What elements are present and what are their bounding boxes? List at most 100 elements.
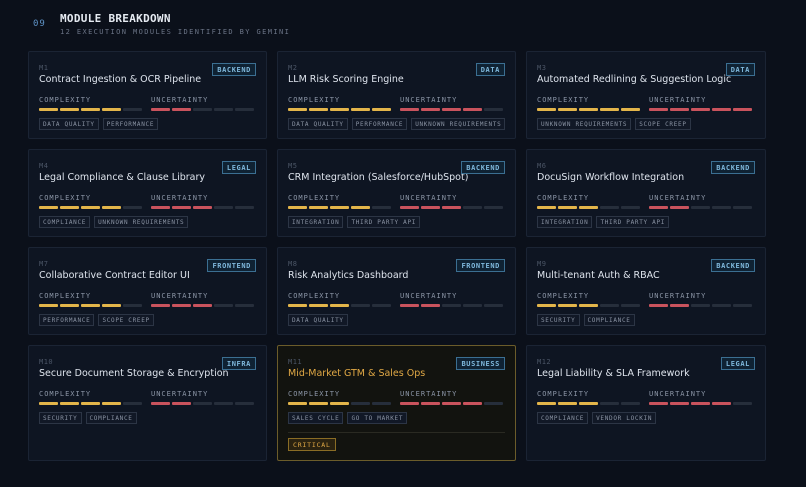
module-title: Contract Ingestion & OCR Pipeline — [39, 74, 202, 85]
uncertainty-segment — [193, 304, 212, 307]
complexity-segment — [579, 108, 598, 111]
module-title: LLM Risk Scoring Engine — [288, 74, 404, 85]
category-badge: FRONTEND — [207, 259, 256, 272]
module-card[interactable]: M10 Secure Document Storage & Encryption I… — [28, 345, 267, 461]
module-id: M2 — [288, 64, 298, 72]
uncertainty-segment — [484, 108, 503, 111]
uncertainty-segment — [463, 108, 482, 111]
complexity-segment — [372, 206, 391, 209]
uncertainty-label: UNCERTAINTY — [151, 292, 209, 300]
complexity-bar — [39, 108, 146, 111]
complexity-segment — [558, 304, 577, 307]
uncertainty-segment — [235, 108, 254, 111]
uncertainty-segment — [193, 108, 212, 111]
risk-tag: PERFORMANCE — [102, 118, 159, 130]
module-title: DocuSign Workflow Integration — [537, 172, 685, 183]
complexity-segment — [600, 304, 619, 307]
risk-tag: COMPLIANCE — [85, 412, 137, 424]
section-subtitle: 12 EXECUTION MODULES IDENTIFIED BY GEMIN… — [60, 28, 291, 36]
uncertainty-label: UNCERTAINTY — [649, 390, 707, 398]
module-card[interactable]: M7 Collaborative Contract Editor UI FRONTE… — [28, 247, 267, 335]
uncertainty-segment — [421, 108, 440, 111]
tag-list: DATA QUALITY PERFORMANCE — [39, 118, 159, 130]
card-divider — [288, 432, 505, 433]
module-card[interactable]: M5 CRM Integration (Salesforce/HubSpot) BA… — [277, 149, 516, 237]
module-card[interactable]: M9 Multi-tenant Auth & RBAC BACKEND COMPLEX… — [526, 247, 766, 335]
complexity-segment — [123, 304, 142, 307]
risk-tag: UNKNOWN REQUIREMENTS — [411, 118, 506, 130]
complexity-segment — [81, 206, 100, 209]
risk-tag: SCOPE CREEP — [635, 118, 691, 130]
uncertainty-segment — [400, 402, 419, 405]
uncertainty-segment — [151, 206, 170, 209]
complexity-segment — [288, 108, 307, 111]
module-card[interactable]: M6 DocuSign Workflow Integration BACKEND CO… — [526, 149, 766, 237]
complexity-segment — [372, 402, 391, 405]
complexity-bar — [537, 108, 644, 111]
complexity-label: COMPLEXITY — [288, 390, 341, 398]
complexity-segment — [123, 402, 142, 405]
category-badge: LEGAL — [720, 357, 755, 370]
complexity-bar — [288, 304, 395, 307]
uncertainty-label: UNCERTAINTY — [400, 194, 458, 202]
uncertainty-segment — [733, 206, 752, 209]
critical-badge: CRITICAL — [288, 438, 336, 451]
module-card[interactable]: M8 Risk Analytics Dashboard FRONTEND COMPLE… — [277, 247, 516, 335]
uncertainty-segment — [442, 304, 461, 307]
complexity-segment — [60, 206, 79, 209]
risk-tag: DATA QUALITY — [39, 118, 99, 130]
uncertainty-segment — [649, 206, 668, 209]
module-title: Automated Redlining & Suggestion Logic — [537, 74, 732, 85]
module-card[interactable]: M4 Legal Compliance & Clause Library LEGAL… — [28, 149, 267, 237]
uncertainty-meter: UNCERTAINTY — [400, 292, 507, 307]
uncertainty-segment — [193, 206, 212, 209]
complexity-segment — [39, 108, 58, 111]
complexity-segment — [81, 108, 100, 111]
uncertainty-bar — [400, 206, 507, 209]
complexity-segment — [621, 206, 640, 209]
uncertainty-label: UNCERTAINTY — [649, 96, 707, 104]
complexity-segment — [579, 402, 598, 405]
uncertainty-segment — [484, 402, 503, 405]
uncertainty-segment — [733, 402, 752, 405]
category-badge: FRONTEND — [456, 259, 505, 272]
module-title: Collaborative Contract Editor UI — [39, 270, 190, 281]
uncertainty-meter: UNCERTAINTY — [151, 292, 258, 307]
complexity-segment — [102, 304, 121, 307]
risk-tag: THIRD PARTY API — [347, 216, 421, 228]
uncertainty-segment — [733, 108, 752, 111]
module-card[interactable]: M3 Automated Redlining & Suggestion Logic… — [526, 51, 766, 139]
module-card[interactable]: M12 Legal Liability & SLA Framework LEGAL C… — [526, 345, 766, 461]
uncertainty-bar — [649, 206, 756, 209]
complexity-segment — [600, 206, 619, 209]
complexity-segment — [102, 206, 121, 209]
complexity-bar — [537, 206, 644, 209]
uncertainty-meter: UNCERTAINTY — [151, 96, 258, 111]
uncertainty-meter: UNCERTAINTY — [649, 292, 756, 307]
complexity-meter: COMPLEXITY — [537, 292, 644, 307]
complexity-label: COMPLEXITY — [288, 194, 341, 202]
uncertainty-segment — [691, 108, 710, 111]
risk-tag: COMPLIANCE — [537, 412, 589, 424]
uncertainty-segment — [400, 206, 419, 209]
risk-tag: DATA QUALITY — [288, 118, 348, 130]
module-card[interactable]: M2 LLM Risk Scoring Engine DATA COMPLEXITY U… — [277, 51, 516, 139]
risk-tag: PERFORMANCE — [351, 118, 408, 130]
uncertainty-segment — [400, 304, 419, 307]
module-card[interactable]: M11 Mid-Market GTM & Sales Ops BUSINESS COM… — [277, 345, 516, 461]
module-id: M11 — [288, 358, 303, 366]
uncertainty-meter: UNCERTAINTY — [649, 96, 756, 111]
module-card[interactable]: M1 Contract Ingestion & OCR Pipeline BACKE… — [28, 51, 267, 139]
tag-list: INTEGRATION THIRD PARTY API — [537, 216, 670, 228]
section-header: 09 MODULE BREAKDOWN 12 EXECUTION MODULES… — [33, 12, 773, 42]
complexity-label: COMPLEXITY — [39, 292, 92, 300]
tag-list: SECURITY COMPLIANCE — [39, 412, 137, 424]
complexity-meter: COMPLEXITY — [537, 390, 644, 405]
tag-list: UNKNOWN REQUIREMENTS SCOPE CREEP — [537, 118, 691, 130]
module-title: Legal Compliance & Clause Library — [39, 172, 205, 183]
complexity-segment — [351, 402, 370, 405]
module-id: M3 — [537, 64, 547, 72]
uncertainty-segment — [670, 304, 689, 307]
complexity-segment — [330, 206, 349, 209]
uncertainty-segment — [400, 108, 419, 111]
